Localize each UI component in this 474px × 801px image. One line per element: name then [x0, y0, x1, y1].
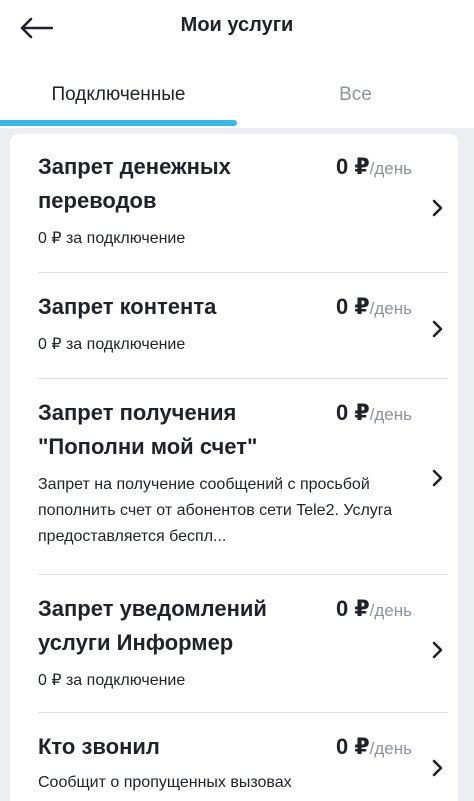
price-value: 0 ₽ — [336, 154, 370, 179]
divider — [38, 712, 448, 713]
service-price: 0 ₽/день — [336, 730, 412, 767]
service-price: 0 ₽/день — [336, 592, 412, 629]
chevron-right-icon — [428, 758, 448, 778]
service-item-who-called[interactable]: Кто звонил 0 ₽/день Сообщит о пропущенны… — [38, 730, 448, 801]
service-price: 0 ₽/день — [336, 150, 412, 187]
divider — [38, 574, 448, 575]
service-item-informer-notifications-ban[interactable]: Запрет уведомлений услуги Информер 0 ₽/д… — [38, 592, 448, 702]
price-unit: /день — [369, 159, 412, 178]
service-title: Запрет денежных переводов — [38, 154, 231, 213]
price-unit: /день — [369, 405, 412, 424]
service-description: Запрет на получение сообщений с просьбой… — [38, 476, 393, 545]
price-unit: /день — [369, 601, 412, 620]
service-item-content-ban[interactable]: Запрет контента 0 ₽/день 0 ₽ за подключе… — [38, 290, 448, 366]
service-price: 0 ₽/день — [336, 396, 412, 433]
price-unit: /день — [369, 299, 412, 318]
service-subtitle: 0 ₽ за подключение — [38, 230, 186, 247]
page-title: Мои услуги — [180, 14, 294, 36]
services-list-area[interactable]: Запрет денежных переводов 0 ₽/день 0 ₽ з… — [0, 128, 474, 801]
divider — [38, 378, 448, 379]
price-value: 0 ₽ — [336, 596, 370, 621]
price-value: 0 ₽ — [336, 734, 370, 759]
price-value: 0 ₽ — [336, 400, 370, 425]
service-price: 0 ₽/день — [336, 290, 412, 327]
price-value: 0 ₽ — [336, 294, 370, 319]
chevron-right-icon — [428, 319, 448, 339]
service-title: Запрет получения "Пополни мой счет" — [38, 400, 258, 459]
chevron-right-icon — [428, 198, 448, 218]
service-description: Сообщит о пропущенных вызовах — [38, 774, 292, 791]
service-title: Запрет контента — [38, 294, 217, 319]
tab-bar: Подключенные Все — [0, 62, 474, 128]
service-item-money-transfer-ban[interactable]: Запрет денежных переводов 0 ₽/день 0 ₽ з… — [38, 150, 448, 260]
active-tab-indicator — [0, 120, 237, 126]
app-screen: Мои услуги Подключенные Все Запрет денеж… — [0, 0, 474, 801]
tab-connected[interactable]: Подключенные — [0, 62, 237, 128]
price-unit: /день — [369, 739, 412, 758]
service-item-top-up-request-ban[interactable]: Запрет получения "Пополни мой счет" 0 ₽/… — [38, 396, 448, 558]
chevron-right-icon — [428, 640, 448, 660]
service-title: Запрет уведомлений услуги Информер — [38, 596, 267, 655]
chevron-right-icon — [428, 468, 448, 488]
header: Мои услуги — [0, 0, 474, 62]
tab-all[interactable]: Все — [237, 62, 474, 128]
services-card: Запрет денежных переводов 0 ₽/день 0 ₽ з… — [10, 134, 458, 801]
service-title: Кто звонил — [38, 734, 160, 759]
divider — [38, 272, 448, 273]
service-subtitle: 0 ₽ за подключение — [38, 336, 186, 353]
service-subtitle: 0 ₽ за подключение — [38, 672, 186, 689]
